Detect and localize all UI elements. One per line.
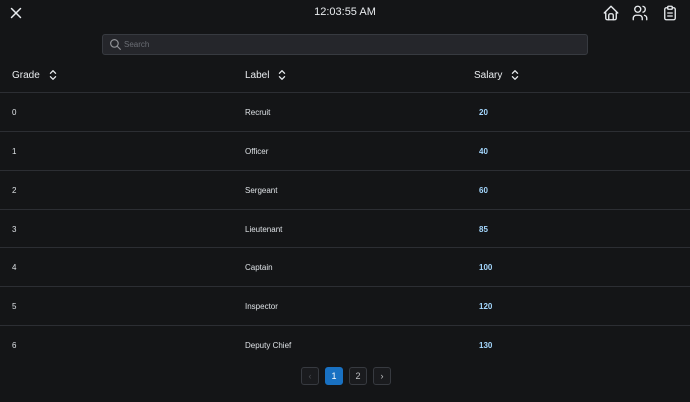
cell-salary: 100 <box>479 263 493 273</box>
cell-label: Inspector <box>245 302 278 312</box>
table-row[interactable]: 6 Deputy Chief 130 <box>0 326 690 365</box>
table-row[interactable]: 3 Lieutenant 85 <box>0 210 690 249</box>
table-row[interactable]: 4 Captain 100 <box>0 248 690 288</box>
clipboard-icon[interactable] <box>661 4 679 22</box>
selector-icon <box>279 70 286 80</box>
table-row[interactable]: 5 Inspector 120 <box>0 287 690 327</box>
column-header-label: Salary <box>474 69 503 81</box>
column-header-salary[interactable]: Salary <box>474 69 520 81</box>
cell-salary: 60 <box>479 185 488 195</box>
cell-grade: 2 <box>12 185 17 195</box>
column-header-label: Label <box>245 69 270 81</box>
cell-label: Recruit <box>245 108 271 117</box>
search-input[interactable] <box>124 35 584 54</box>
search-icon <box>110 39 121 50</box>
selector-icon <box>512 70 519 80</box>
cell-grade: 5 <box>12 302 17 312</box>
cell-label: Lieutenant <box>245 224 283 234</box>
column-header-label-col[interactable]: Label <box>245 69 287 81</box>
page-button-2[interactable]: 2 <box>349 367 367 385</box>
table-header: Grade Label Salary <box>0 58 690 93</box>
page-button-1[interactable]: 1 <box>325 367 343 385</box>
cell-label: Officer <box>245 146 269 156</box>
next-page-button[interactable]: › <box>373 367 391 385</box>
table-row[interactable]: 2 Sergeant 60 <box>0 171 690 210</box>
top-bar: 12:03:55 AM <box>0 0 690 28</box>
prev-page-button[interactable]: ‹ <box>301 367 319 385</box>
users-icon[interactable] <box>631 4 649 22</box>
pagination: ‹ 1 2 › <box>301 367 391 385</box>
table-row[interactable]: 1 Officer 40 <box>0 132 690 171</box>
cell-grade: 4 <box>12 263 17 273</box>
cell-grade: 6 <box>12 341 17 351</box>
cell-salary: 20 <box>479 108 488 117</box>
cell-grade: 0 <box>12 108 17 117</box>
cell-salary: 120 <box>479 302 493 312</box>
cell-salary: 40 <box>479 146 488 156</box>
cell-grade: 3 <box>12 224 17 234</box>
data-table: Grade Label Salary 0 Recruit 20 1 Office… <box>0 58 690 365</box>
search-box <box>102 34 588 55</box>
clock: 12:03:55 AM <box>314 6 376 18</box>
column-header-label: Grade <box>12 69 40 81</box>
selector-icon <box>49 70 57 80</box>
home-icon[interactable] <box>602 4 620 22</box>
column-header-grade[interactable]: Grade <box>12 69 58 81</box>
cell-grade: 1 <box>12 146 17 156</box>
cell-salary: 130 <box>479 341 493 351</box>
cell-salary: 85 <box>479 224 488 234</box>
table-row[interactable]: 0 Recruit 20 <box>0 93 690 132</box>
cell-label: Deputy Chief <box>245 341 292 351</box>
cell-label: Sergeant <box>245 185 278 195</box>
cell-label: Captain <box>245 263 273 273</box>
